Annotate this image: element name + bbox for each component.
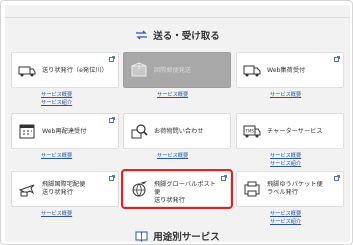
box-icon [131,62,147,77]
service-overview-link[interactable]: サービス概要 [157,152,188,159]
card-label: チャーターサービス [267,128,323,135]
card-charter-service[interactable]: TMS チャーターサービス [236,113,344,149]
charter-truck-icon: TMS [243,125,261,138]
exchange-icon [136,30,148,40]
external-link-icon [334,175,340,181]
calendar-icon [19,124,35,139]
external-link-icon [109,117,115,123]
service-intro-link[interactable]: サービス紹介 [270,218,301,225]
service-overview-link[interactable]: サービス概要 [270,210,301,217]
label-printer-icon [244,181,260,197]
external-link-icon [109,175,115,181]
section-title: 用途別サービス [153,232,220,242]
service-intro-link[interactable]: サービス紹介 [270,160,301,167]
card-web-pickup[interactable]: Web集荷受付 [236,52,344,88]
card-package-inquiry[interactable]: お荷物問い合わせ [123,113,231,149]
service-intro-link[interactable]: サービス紹介 [41,99,72,106]
service-overview-link[interactable]: サービス概要 [41,152,72,159]
card-label: 飛脚ゆうパケット便 ラベル発行 [267,181,323,196]
magnifier-icon [131,124,148,139]
card-label: 飛脚グローバルポスト便 送り状発行 [154,181,216,204]
card-yu-packet[interactable]: 飛脚ゆうパケット便 ラベル発行 [236,171,344,207]
external-link-icon [334,56,340,62]
card-waybill-issue[interactable]: 送り状発行（e発位川） [11,52,119,88]
card-label: 飛脚国際宅配便 送り状発行 [42,181,86,196]
delivery-truck-icon [243,65,261,77]
service-overview-link[interactable]: サービス概要 [41,91,72,98]
section-heading-by-purpose: 用途別サービス [5,228,350,242]
content-panel: 送る・受け取る 送り状発行（e発位川） サービス概要 サービス紹介 国際郵便発送… [5,5,350,242]
book-icon [135,231,148,242]
card-label: Web集荷受付 [267,67,306,74]
section-title: 送る・受け取る [153,31,220,42]
service-overview-link[interactable]: サービス概要 [270,152,301,159]
page-frame: 送る・受け取る 送り状発行（e発位川） サービス概要 サービス紹介 国際郵便発送… [0,0,353,245]
divider [5,17,350,18]
external-link-icon [109,56,115,62]
service-overview-link[interactable]: サービス概要 [41,210,72,217]
card-label: お荷物問い合わせ [154,128,204,135]
svg-text:TMS: TMS [245,129,255,134]
service-overview-link[interactable]: サービス概要 [270,91,301,98]
truck-icon [18,66,36,77]
card-label: 送り状発行（e発位川） [42,67,108,74]
card-global-post[interactable]: 飛脚グローバルポスト便 送り状発行 [121,169,233,209]
globe-plane-icon [132,181,147,197]
card-web-redelivery[interactable]: Web再配達受付 [11,113,119,149]
external-link-icon [221,175,227,181]
card-international-express[interactable]: 飛脚国際宅配便 送り状発行 [11,171,119,207]
card-label: 国際郵便発送 [154,67,192,74]
service-overview-link[interactable]: サービス概要 [157,91,188,98]
card-label: Web再配達受付 [42,128,87,135]
section-heading-send-receive: 送る・受け取る [5,27,350,43]
card-international-mail: 国際郵便発送 [123,52,231,88]
airplane-icon [18,184,35,197]
